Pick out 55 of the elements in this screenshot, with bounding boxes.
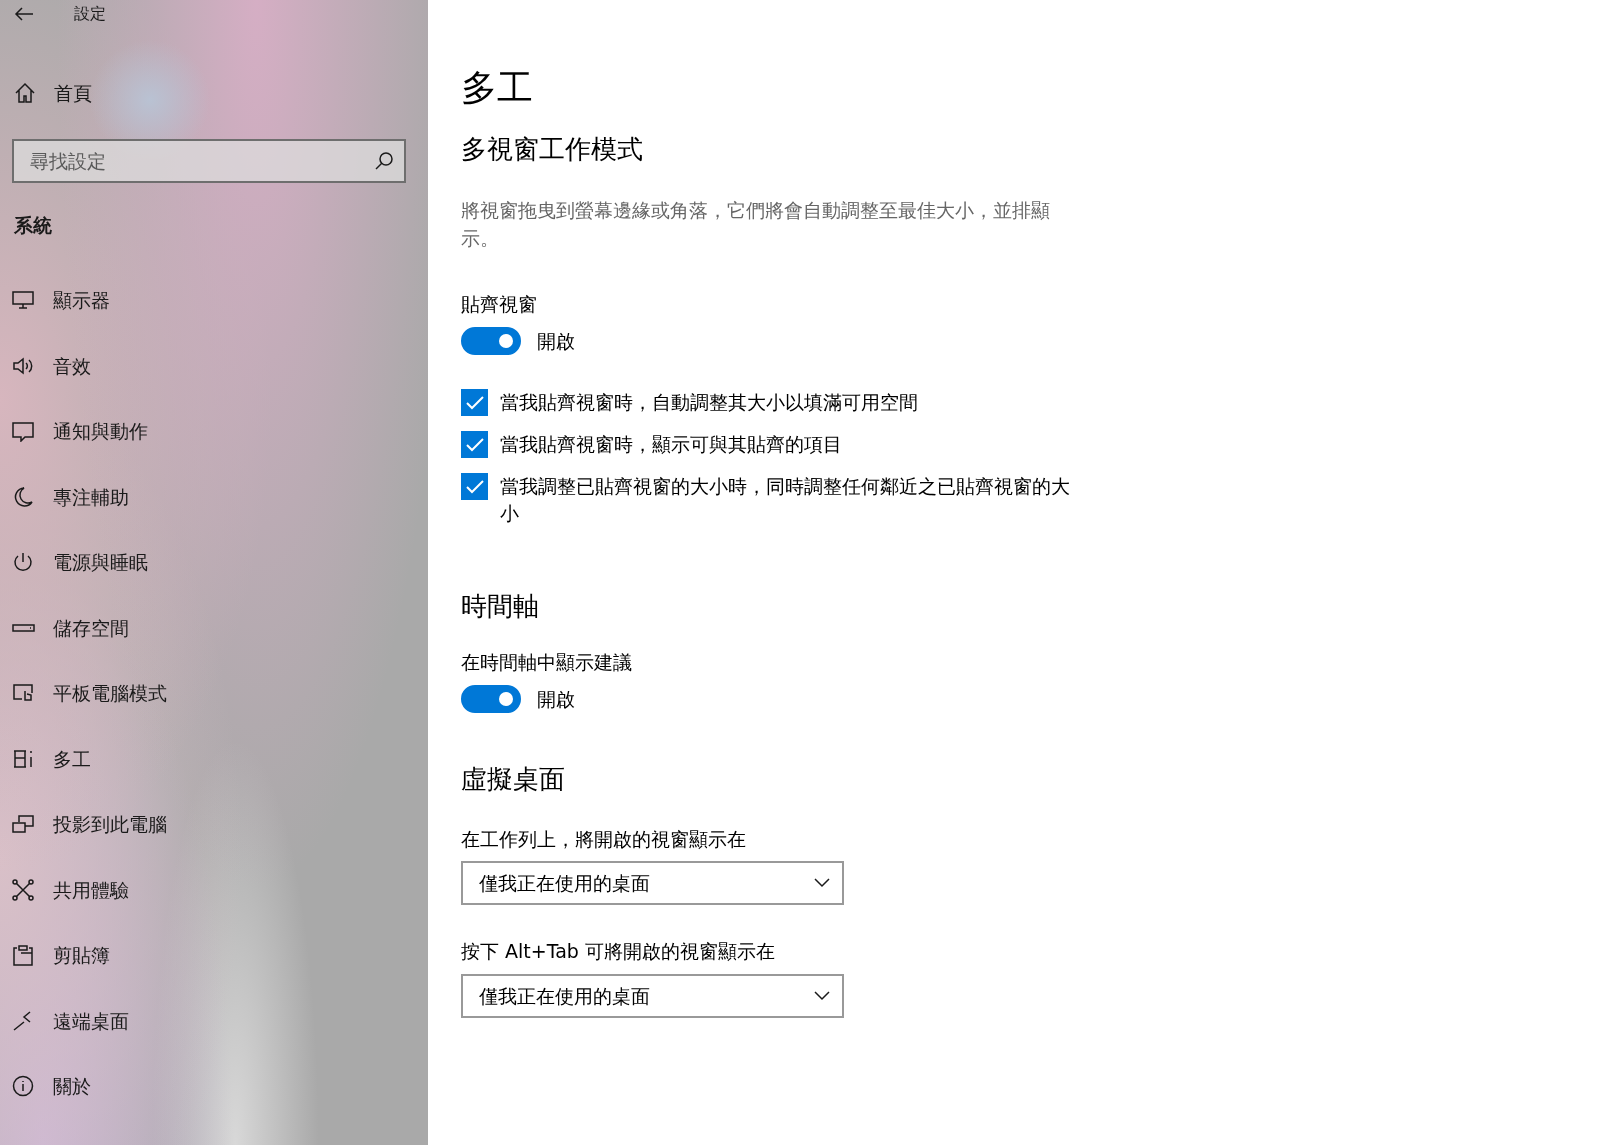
nav-item[interactable]: 平板電腦模式 bbox=[53, 679, 167, 708]
power-icon bbox=[12, 551, 35, 574]
section-heading: 虛擬桌面 bbox=[461, 763, 566, 797]
chevron-down-icon bbox=[814, 878, 830, 889]
checkbox[interactable] bbox=[461, 473, 488, 501]
section-heading: 系統 bbox=[14, 214, 52, 236]
nav-item[interactable]: 顯示器 bbox=[53, 286, 110, 315]
window-title: 設定 bbox=[74, 3, 106, 25]
moon-icon bbox=[12, 485, 35, 508]
dropdown[interactable]: 僅我正在使用的桌面 bbox=[461, 973, 844, 1018]
nav-item[interactable]: 電源與睡眠 bbox=[53, 548, 148, 577]
toggle-label: 開啟 bbox=[537, 686, 575, 712]
chevron-down-icon bbox=[814, 990, 830, 1001]
search-field[interactable]: 尋找設定 bbox=[12, 139, 406, 183]
checkbox[interactable] bbox=[461, 431, 488, 459]
message-icon bbox=[12, 420, 35, 443]
checkmark-icon bbox=[464, 394, 485, 411]
toggle-switch[interactable] bbox=[461, 684, 521, 713]
clipboard-icon bbox=[12, 944, 35, 967]
nav-item[interactable]: 關於 bbox=[53, 1072, 91, 1101]
back-arrow-icon bbox=[14, 6, 34, 22]
project-icon bbox=[12, 813, 35, 836]
nav-item[interactable]: 通知與動作 bbox=[53, 417, 148, 446]
nav-item[interactable]: 專注輔助 bbox=[53, 482, 129, 511]
toggle-switch[interactable] bbox=[461, 326, 521, 355]
nav-item[interactable]: 儲存空間 bbox=[53, 613, 129, 642]
checkbox-label: 當我貼齊視窗時，顯示可與其貼齊的項目 bbox=[500, 432, 842, 458]
checkbox-label: 當我貼齊視窗時，自動調整其大小以填滿可用空間 bbox=[500, 390, 918, 416]
dropdown-label: 按下 Alt+Tab 可將開啟的視窗顯示在 bbox=[461, 939, 776, 965]
checkmark-icon bbox=[464, 478, 485, 495]
checkbox-label: 當我調整已貼齊視窗的大小時，同時調整任何鄰近之已貼齊視窗的大小 bbox=[500, 474, 1071, 526]
network-icon bbox=[12, 878, 35, 901]
home-link[interactable]: 首頁 bbox=[54, 78, 92, 108]
description: 將視窗拖曳到螢幕邊緣或角落，它們將會自動調整至最佳大小，並排顯示。 bbox=[461, 198, 1051, 251]
nav-item[interactable]: 多工 bbox=[53, 744, 91, 773]
setting-label: 在時間軸中顯示建議 bbox=[461, 650, 633, 676]
setting-label: 貼齊視窗 bbox=[461, 292, 538, 318]
home-icon bbox=[14, 82, 36, 104]
checkmark-icon bbox=[464, 436, 485, 453]
toggle-label: 開啟 bbox=[537, 328, 575, 354]
nav-item[interactable]: 剪貼簿 bbox=[53, 941, 110, 970]
checkbox[interactable] bbox=[461, 389, 488, 417]
multitask-icon bbox=[12, 747, 35, 770]
section-heading: 多視窗工作模式 bbox=[461, 133, 644, 167]
nav-item[interactable]: 音效 bbox=[53, 351, 91, 380]
section-heading: 時間軸 bbox=[461, 590, 540, 624]
nav-item[interactable]: 共用體驗 bbox=[53, 875, 129, 904]
dropdown[interactable]: 僅我正在使用的桌面 bbox=[461, 861, 844, 906]
page-title: 多工 bbox=[461, 66, 534, 110]
search-icon bbox=[374, 151, 394, 171]
info-icon bbox=[12, 1075, 35, 1098]
nav-item[interactable]: 投影到此電腦 bbox=[53, 810, 167, 839]
dropdown-label: 在工作列上，將開啟的視窗顯示在 bbox=[461, 826, 747, 852]
display-icon bbox=[12, 289, 35, 312]
nav-item[interactable]: 遠端桌面 bbox=[53, 1006, 129, 1035]
